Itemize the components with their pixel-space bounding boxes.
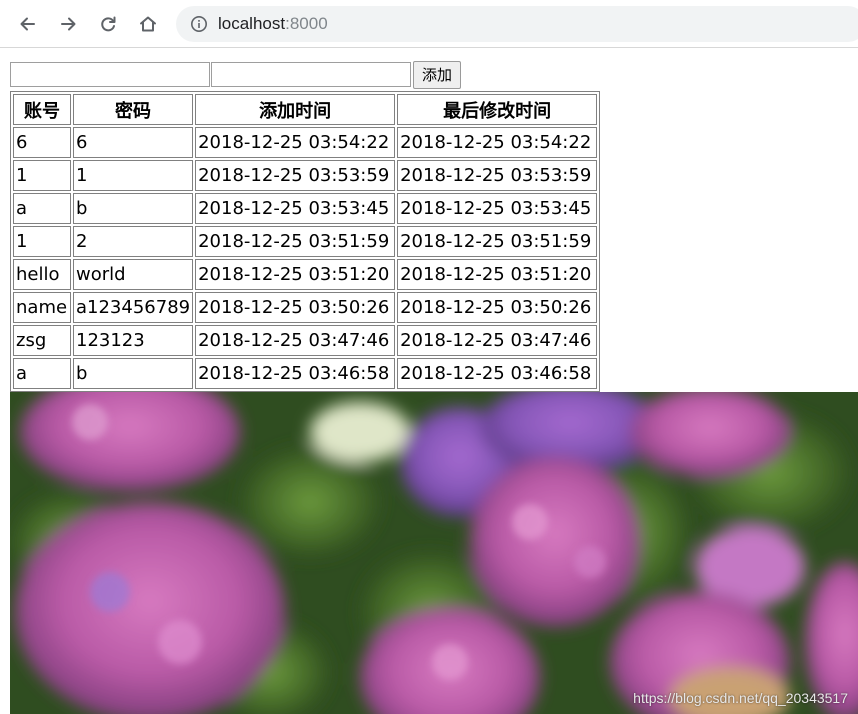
cell-added-time: 2018-12-25 03:46:58 — [195, 358, 396, 389]
cell-account: a — [13, 193, 71, 224]
cell-account: a — [13, 358, 71, 389]
home-button[interactable] — [134, 10, 162, 38]
table-row: name a123456789 2018-12-25 03:50:26 2018… — [13, 292, 598, 323]
watermark: https://blog.csdn.net/qq_20343517 — [633, 690, 848, 706]
cell-modified-time: 2018-12-25 03:50:26 — [397, 292, 598, 323]
table-row: 1 1 2018-12-25 03:53:59 2018-12-25 03:53… — [13, 160, 598, 191]
cell-added-time: 2018-12-25 03:51:20 — [195, 259, 396, 290]
forward-button[interactable] — [54, 10, 82, 38]
header-modified-time: 最后修改时间 — [397, 94, 598, 125]
cell-added-time: 2018-12-25 03:54:22 — [195, 127, 396, 158]
accounts-table: 账号 密码 添加时间 最后修改时间 6 6 2018-12-25 03:54:2… — [10, 91, 601, 392]
header-added-time: 添加时间 — [195, 94, 396, 125]
cell-account: 6 — [13, 127, 71, 158]
table-row: a b 2018-12-25 03:46:58 2018-12-25 03:46… — [13, 358, 598, 389]
header-account: 账号 — [13, 94, 71, 125]
cell-modified-time: 2018-12-25 03:53:59 — [397, 160, 598, 191]
cell-modified-time: 2018-12-25 03:54:22 — [397, 127, 598, 158]
address-bar[interactable]: localhost:8000 — [176, 6, 858, 42]
table-header-row: 账号 密码 添加时间 最后修改时间 — [13, 94, 598, 125]
page-content: 添加 账号 密码 添加时间 最后修改时间 6 6 2018-12-25 03:5… — [10, 60, 601, 392]
cell-modified-time: 2018-12-25 03:47:46 — [397, 325, 598, 356]
cell-account: 1 — [13, 226, 71, 257]
forward-arrow-icon — [61, 17, 76, 31]
cell-password: b — [73, 193, 194, 224]
back-arrow-icon — [20, 17, 35, 31]
url-host: localhost — [218, 14, 286, 33]
url-text: localhost:8000 — [218, 14, 328, 34]
table-row: hello world 2018-12-25 03:51:20 2018-12-… — [13, 259, 598, 290]
cell-modified-time: 2018-12-25 03:46:58 — [397, 358, 598, 389]
cell-password: 1 — [73, 160, 194, 191]
back-button[interactable] — [14, 10, 42, 38]
cell-account: hello — [13, 259, 71, 290]
hydrangea-image: https://blog.csdn.net/qq_20343517 — [10, 392, 858, 714]
browser-toolbar: localhost:8000 — [0, 0, 858, 48]
flower-picture — [10, 392, 858, 714]
cell-added-time: 2018-12-25 03:50:26 — [195, 292, 396, 323]
table-row: a b 2018-12-25 03:53:45 2018-12-25 03:53… — [13, 193, 598, 224]
url-port: :8000 — [285, 14, 328, 33]
reload-button[interactable] — [94, 10, 122, 38]
cell-modified-time: 2018-12-25 03:51:59 — [397, 226, 598, 257]
cell-password: world — [73, 259, 194, 290]
cell-password: a123456789 — [73, 292, 194, 323]
info-icon[interactable] — [190, 15, 208, 33]
cell-password: 123123 — [73, 325, 194, 356]
cell-account: name — [13, 292, 71, 323]
table-row: 6 6 2018-12-25 03:54:22 2018-12-25 03:54… — [13, 127, 598, 158]
account-input[interactable] — [10, 62, 210, 87]
cell-password: 2 — [73, 226, 194, 257]
cell-modified-time: 2018-12-25 03:53:45 — [397, 193, 598, 224]
cell-added-time: 2018-12-25 03:53:45 — [195, 193, 396, 224]
password-input[interactable] — [211, 62, 411, 87]
cell-account: 1 — [13, 160, 71, 191]
cell-added-time: 2018-12-25 03:51:59 — [195, 226, 396, 257]
home-icon — [140, 16, 156, 32]
header-password: 密码 — [73, 94, 194, 125]
reload-icon — [101, 16, 116, 32]
cell-account: zsg — [13, 325, 71, 356]
table-row: zsg 123123 2018-12-25 03:47:46 2018-12-2… — [13, 325, 598, 356]
table-row: 1 2 2018-12-25 03:51:59 2018-12-25 03:51… — [13, 226, 598, 257]
cell-added-time: 2018-12-25 03:47:46 — [195, 325, 396, 356]
cell-modified-time: 2018-12-25 03:51:20 — [397, 259, 598, 290]
add-account-form: 添加 — [10, 60, 600, 89]
cell-password: 6 — [73, 127, 194, 158]
cell-password: b — [73, 358, 194, 389]
add-button[interactable]: 添加 — [413, 60, 462, 89]
cell-added-time: 2018-12-25 03:53:59 — [195, 160, 396, 191]
